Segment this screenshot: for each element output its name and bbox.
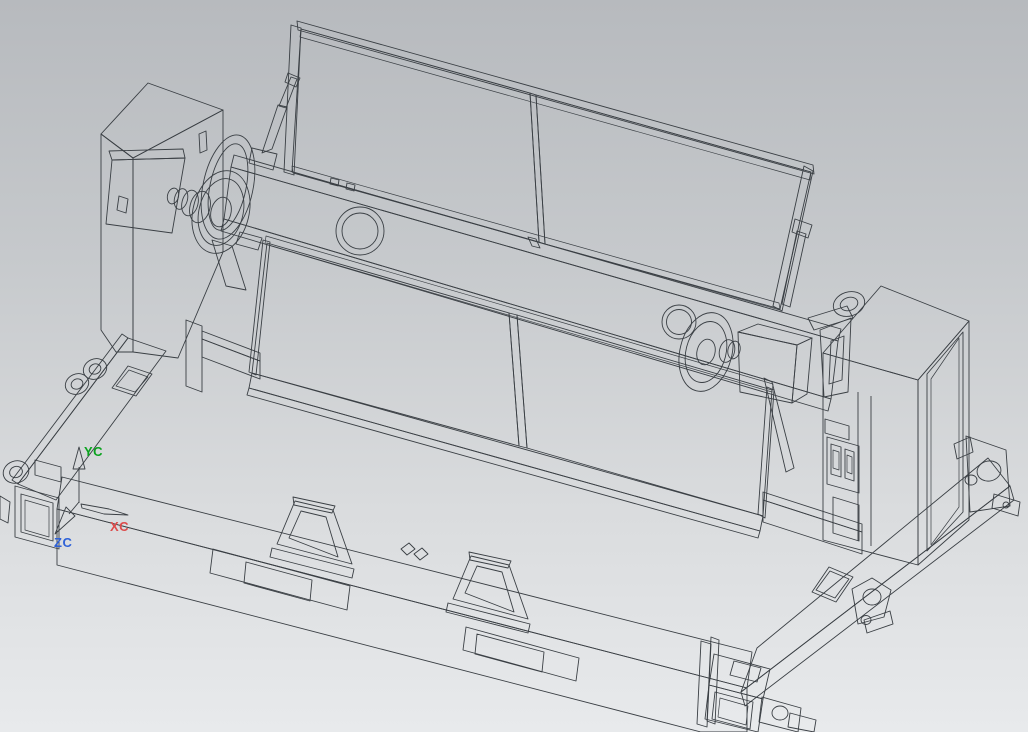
wcs-triad[interactable]: YC XC ZC [54, 444, 129, 550]
left-cross-rail[interactable] [11, 333, 167, 501]
model-canvas: YC XC ZC [0, 20, 1021, 732]
cad-viewport: YC XC ZC [0, 0, 1028, 732]
y-axis-label: YC [84, 444, 103, 459]
x-axis-arrow[interactable] [80, 503, 129, 516]
corner-block-right[interactable] [696, 577, 894, 732]
z-axis-label: ZC [54, 535, 72, 550]
right-cross-rail[interactable] [740, 435, 1021, 707]
lower-panel-row[interactable] [246, 235, 775, 539]
z-axis-shaft [68, 501, 80, 515]
left-column-box[interactable] [100, 82, 224, 359]
front-rail[interactable] [0, 457, 753, 732]
right-column-box[interactable] [822, 285, 970, 566]
lifting-handle-left[interactable] [269, 496, 355, 579]
rear-rail-left[interactable] [185, 319, 261, 393]
torsion-beam[interactable] [220, 154, 842, 412]
x-axis-label: XC [110, 519, 129, 534]
right-drive-assembly[interactable] [671, 307, 813, 473]
left-drive-assembly[interactable] [105, 147, 278, 291]
